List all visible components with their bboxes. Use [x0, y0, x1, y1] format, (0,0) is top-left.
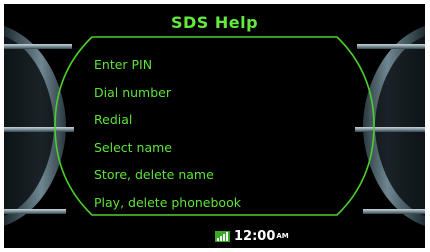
page-title: SDS Help	[170, 13, 259, 32]
menu-item-dial-number[interactable]: Dial number	[94, 84, 241, 112]
left-rail-bottom	[4, 209, 66, 214]
clock-time: 12:00	[234, 228, 276, 244]
right-rail-bottom	[363, 209, 425, 214]
left-bezel-decoration	[4, 26, 74, 226]
right-rail-middle	[355, 127, 425, 132]
signal-strength-icon	[215, 230, 230, 242]
right-rail-top	[357, 44, 425, 49]
menu-item-store-delete-name[interactable]: Store, delete name	[94, 166, 241, 194]
menu-item-enter-pin[interactable]: Enter PIN	[94, 56, 241, 84]
status-bar: 12:00 AM	[215, 228, 289, 244]
help-menu-list: Enter PIN Dial number Redial Select name…	[94, 56, 241, 222]
left-rail-top	[4, 44, 72, 49]
menu-item-play-delete-phonebook[interactable]: Play, delete phonebook	[94, 194, 241, 222]
menu-item-redial[interactable]: Redial	[94, 111, 241, 139]
menu-item-select-name[interactable]: Select name	[94, 139, 241, 167]
display-screen: SDS Help Enter PIN Dial number Redial Se…	[4, 4, 425, 248]
clock-meridiem: AM	[276, 232, 289, 240]
left-rail-middle	[4, 127, 74, 132]
right-bezel-decoration	[355, 26, 425, 226]
